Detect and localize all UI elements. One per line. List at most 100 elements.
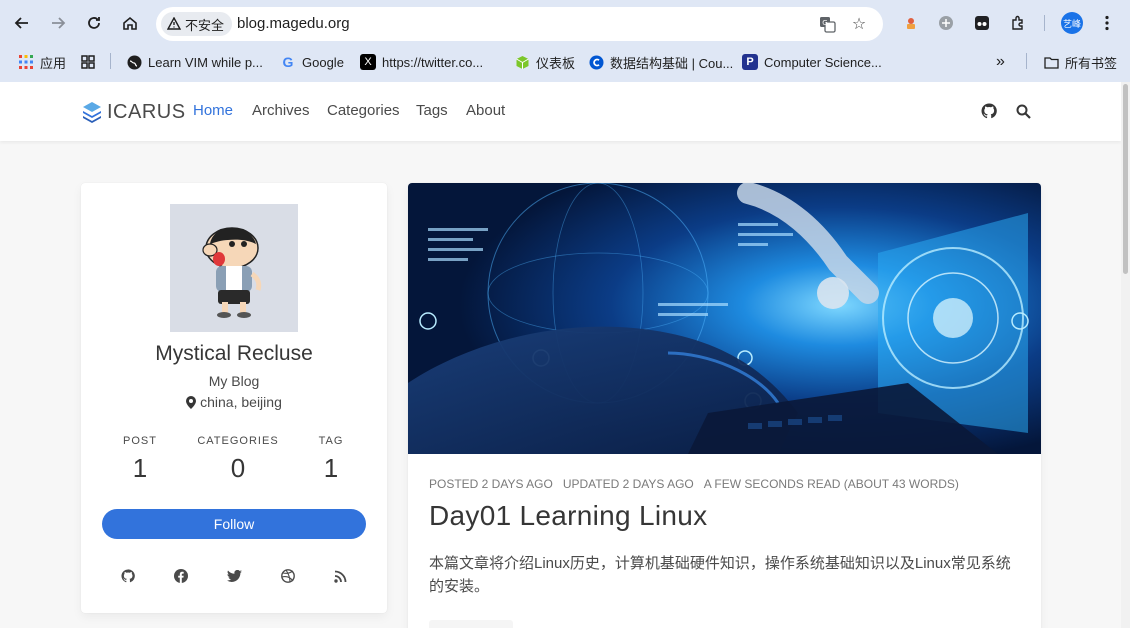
search-icon[interactable] bbox=[1014, 102, 1032, 120]
read-more-button[interactable] bbox=[429, 620, 513, 628]
twitter-icon[interactable] bbox=[225, 567, 243, 585]
warning-icon bbox=[167, 17, 181, 30]
post-thumbnail[interactable] bbox=[408, 183, 1041, 454]
page-scrollbar[interactable] bbox=[1121, 82, 1130, 628]
stat-label: CATEGORIES bbox=[197, 435, 279, 447]
bookmark-google[interactable]: G Google bbox=[280, 51, 344, 73]
nav-about[interactable]: About bbox=[466, 102, 505, 119]
bookmark-divider bbox=[1026, 53, 1027, 69]
post-title[interactable]: Day01 Learning Linux bbox=[429, 500, 707, 532]
svg-text:G: G bbox=[822, 19, 827, 27]
forward-button[interactable] bbox=[46, 11, 70, 35]
bookmark-apps[interactable]: 应用 bbox=[18, 51, 66, 73]
forward-arrow-icon bbox=[52, 17, 66, 29]
profile-avatar-button[interactable]: 艺峰 bbox=[1061, 12, 1083, 34]
browser-chrome: 不安全 blog.magedu.org G ☆ 艺峰 应用 Learn VIM … bbox=[0, 0, 1130, 82]
p-logo-icon: P bbox=[742, 54, 758, 70]
stat-categories[interactable]: CATEGORIES 0 bbox=[188, 435, 288, 484]
post-posted-date: Posted 2 days ago bbox=[429, 477, 553, 491]
bookmark-grid[interactable] bbox=[80, 51, 96, 73]
translate-icon[interactable]: G bbox=[817, 14, 837, 34]
logo-text: ICARUS bbox=[107, 100, 186, 123]
bookmark-label: 仪表板 bbox=[536, 55, 576, 71]
browser-toolbar: 不安全 blog.magedu.org G ☆ 艺峰 bbox=[0, 0, 1130, 46]
dribbble-icon[interactable] bbox=[279, 567, 297, 585]
cube-icon bbox=[514, 54, 530, 70]
bookmark-dashboard[interactable]: 仪表板 bbox=[514, 51, 575, 73]
nav-tags[interactable]: Tags bbox=[416, 102, 448, 119]
toolbar-divider bbox=[1044, 15, 1045, 31]
bookmarks-bar: 应用 Learn VIM while p... G Google X https… bbox=[0, 46, 1130, 76]
bookmark-label: https://twitter.co... bbox=[382, 54, 484, 70]
logo-layers-icon bbox=[83, 102, 101, 123]
stat-tags[interactable]: TAG 1 bbox=[281, 435, 381, 484]
nav-home[interactable]: Home bbox=[193, 102, 233, 119]
grid-icon bbox=[80, 54, 96, 70]
stat-value: 1 bbox=[132, 453, 148, 483]
extensions-puzzle-icon[interactable] bbox=[1008, 13, 1028, 33]
bookmark-star-icon[interactable]: ☆ bbox=[849, 14, 869, 34]
reload-icon bbox=[88, 17, 100, 29]
folder-icon bbox=[1043, 54, 1059, 70]
x-logo-icon: X bbox=[360, 54, 376, 70]
post-meta: Posted 2 days ago Updated 2 days ago a f… bbox=[429, 477, 959, 491]
nav-categories[interactable]: Categories bbox=[327, 102, 400, 119]
post-card: Posted 2 days ago Updated 2 days ago a f… bbox=[408, 183, 1041, 628]
post-excerpt: 本篇文章将介绍Linux历史，计算机基础硬件知识，操作系统基础知识以及Linux… bbox=[429, 555, 1011, 595]
author-name: Mystical Recluse bbox=[155, 342, 313, 365]
author-location: china, beijing bbox=[81, 394, 387, 410]
map-marker-icon bbox=[186, 395, 197, 409]
stat-label: POST bbox=[123, 435, 157, 447]
google-icon: G bbox=[282, 54, 294, 70]
extension-puzzle-red-icon[interactable] bbox=[901, 13, 921, 33]
author-avatar bbox=[170, 204, 298, 332]
stat-posts[interactable]: POST 1 bbox=[90, 435, 190, 484]
stat-value: 1 bbox=[323, 453, 339, 483]
double-chevron-right-icon: » bbox=[996, 53, 1005, 70]
bookmark-computer-science[interactable]: P Computer Science... bbox=[742, 51, 882, 73]
github-icon[interactable] bbox=[119, 567, 137, 585]
bookmark-label: 数据结构基础 | Cou... bbox=[610, 55, 734, 71]
stat-value: 0 bbox=[230, 453, 246, 483]
bookmark-learn-vim[interactable]: Learn VIM while p... bbox=[126, 51, 263, 73]
all-bookmarks-label: 所有书签 bbox=[1065, 55, 1118, 71]
all-bookmarks-button[interactable]: 所有书签 bbox=[1043, 51, 1117, 73]
menu-kebab-icon[interactable] bbox=[1097, 13, 1117, 33]
bookmarks-overflow-button[interactable]: » bbox=[996, 51, 1005, 73]
bookmark-twitter[interactable]: X https://twitter.co... bbox=[360, 51, 483, 73]
bookmark-divider bbox=[110, 53, 111, 69]
stat-label: TAG bbox=[318, 435, 344, 447]
scrollbar-thumb[interactable] bbox=[1123, 84, 1128, 274]
site-logo[interactable]: ICARUS bbox=[81, 100, 186, 124]
profile-card: Mystical Recluse My Blog china, beijing … bbox=[81, 183, 387, 613]
author-subtitle: My Blog bbox=[208, 373, 260, 389]
web-page: ICARUS Home Archives Categories Tags Abo… bbox=[0, 82, 1121, 628]
profile-initials: 艺峰 bbox=[1062, 18, 1081, 29]
url-text[interactable]: blog.magedu.org bbox=[237, 15, 350, 32]
apps-grid-icon bbox=[18, 54, 34, 70]
address-bar[interactable]: 不安全 blog.magedu.org G ☆ bbox=[156, 7, 883, 41]
bookmark-label: Google bbox=[302, 54, 344, 70]
bookmark-coursera[interactable]: 数据结构基础 | Cou... bbox=[588, 51, 733, 73]
nav-archives[interactable]: Archives bbox=[252, 102, 310, 119]
home-icon bbox=[123, 16, 137, 30]
rss-icon[interactable] bbox=[331, 567, 349, 585]
extension-gray-icon[interactable] bbox=[936, 13, 956, 33]
site-navbar: ICARUS Home Archives Categories Tags Abo… bbox=[0, 82, 1121, 141]
location-text: china, beijing bbox=[200, 394, 282, 410]
post-updated-date: Updated 2 days ago bbox=[562, 477, 694, 491]
follow-button[interactable]: Follow bbox=[102, 509, 366, 539]
home-button[interactable] bbox=[118, 11, 142, 35]
post-reading-time: a few seconds read (About 43 words) bbox=[703, 477, 959, 491]
extension-dark-icon[interactable] bbox=[972, 13, 992, 33]
coursera-icon bbox=[588, 54, 604, 70]
bookmark-label: Computer Science... bbox=[764, 54, 882, 70]
bookmark-label: Learn VIM while p... bbox=[148, 54, 263, 70]
github-icon[interactable] bbox=[980, 102, 998, 120]
back-arrow-icon bbox=[14, 17, 28, 29]
facebook-icon[interactable] bbox=[172, 567, 190, 585]
back-button[interactable] bbox=[10, 11, 34, 35]
security-chip[interactable]: 不安全 bbox=[161, 12, 233, 36]
reload-button[interactable] bbox=[82, 11, 106, 35]
bookmark-label: 应用 bbox=[40, 55, 67, 71]
